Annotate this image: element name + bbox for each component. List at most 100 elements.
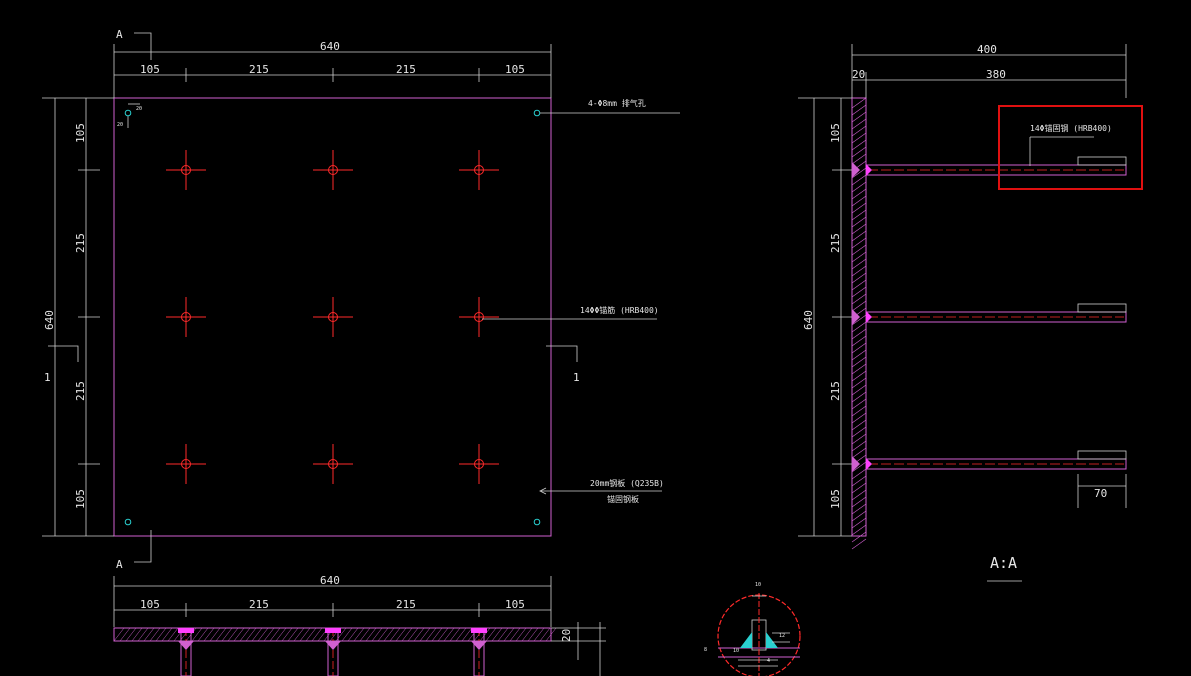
hatch-line	[299, 627, 311, 642]
hatch-line	[293, 627, 305, 642]
hatch-line	[455, 627, 467, 642]
hatch-line	[113, 627, 125, 642]
hatch-line	[167, 627, 179, 642]
note-steel-plate-sub: 锚固钢板	[607, 494, 639, 504]
corner-dim-20-b: 20	[117, 122, 123, 128]
hatch-line	[389, 627, 401, 642]
section-marks: A A 1 1	[44, 28, 580, 571]
hatch-line	[377, 627, 389, 642]
section-dim-20: 20	[852, 68, 865, 81]
weld-mark	[178, 641, 194, 650]
plan-left-total: 640	[43, 310, 56, 330]
hatch-line	[137, 627, 149, 642]
hatch-line	[347, 627, 359, 642]
section-bar	[852, 156, 1127, 178]
hatch-line	[269, 627, 281, 642]
hatch-line	[503, 627, 515, 642]
anchor-bar-cross	[166, 150, 206, 190]
hatch-line	[407, 627, 419, 642]
corner-small-dims: 20 20	[117, 103, 142, 128]
hatch-line	[365, 627, 377, 642]
highlight-box	[998, 105, 1143, 190]
hatch-line	[371, 627, 383, 642]
bar-outline	[865, 458, 1127, 470]
hatch-line	[461, 627, 473, 642]
hatch-line	[491, 627, 503, 642]
bar-tail-box	[1077, 450, 1127, 460]
hatch-line	[431, 627, 443, 642]
weld-mark	[852, 162, 860, 178]
hatch-line	[539, 627, 551, 642]
note-vent-holes: 4-Φ8mm 排气孔	[588, 98, 646, 108]
anchor-bar-cross	[459, 150, 499, 190]
detail-label-5: 4	[767, 658, 770, 664]
weld-mark	[852, 309, 860, 325]
hatch-line	[143, 627, 155, 642]
section-dim-70: 70	[1094, 487, 1107, 500]
detail-label-4: 8	[704, 647, 707, 653]
anchor-bar-cross	[313, 297, 353, 337]
section-top-dimensions: 400 20 380	[851, 43, 1127, 98]
plan-left-seg-2: 215	[74, 233, 87, 253]
section-dim-total: 400	[977, 43, 997, 56]
cad-drawing-canvas: 640 105 215 215 105 640 105 215 215 105 …	[42, 28, 1143, 676]
vent-hole-icon	[124, 518, 132, 526]
weld-mark	[866, 458, 872, 470]
hatch-line	[215, 627, 227, 642]
plan-top-dimensions: 640 105 215 215 105	[113, 40, 552, 98]
hatch-line	[425, 627, 437, 642]
note-steel-plate: 20mm钢板 (Q235B)	[590, 478, 664, 488]
weld-mark	[852, 456, 860, 472]
plan-view: 640 105 215 215 105 640 105 215 215 105 …	[42, 28, 680, 571]
hatch-line	[197, 627, 209, 642]
hatch-line	[257, 627, 269, 642]
hatch-line	[497, 627, 509, 642]
plan-left-seg-1: 105	[74, 123, 87, 143]
section-title: A:A	[990, 554, 1017, 572]
hatch-line	[401, 627, 413, 642]
bottom-dim-seg-1: 105	[140, 598, 160, 611]
hatch-line	[443, 627, 455, 642]
hatch-line	[521, 627, 533, 642]
plan-dim-seg-2: 215	[249, 63, 269, 76]
corner-dim-20-a: 20	[136, 106, 142, 112]
hatch-line	[383, 627, 395, 642]
anchor-bar-cross	[313, 444, 353, 484]
hatch-line	[221, 627, 233, 642]
section-left-seg-4: 105	[829, 489, 842, 509]
section-anchor-bars	[852, 156, 1127, 472]
weld-mark	[178, 628, 194, 633]
anchor-bar-cross	[166, 444, 206, 484]
section-a-view: 400 20 380 640 105 215 215 105 14Φ锚固钢 (H…	[798, 43, 1143, 582]
weld-fillet-right	[766, 632, 778, 648]
hatch-line	[281, 627, 293, 642]
weld-fillet-left	[740, 632, 752, 648]
hatch-line	[485, 627, 497, 642]
section-left-total: 640	[802, 310, 815, 330]
plan-left-seg-3: 215	[74, 381, 87, 401]
hatch-line	[449, 627, 461, 642]
section-bar-note: 14Φ锚固钢 (HRB400)	[1030, 123, 1112, 133]
anchor-bar-cross	[459, 444, 499, 484]
hatch-line	[413, 627, 425, 642]
hatch-line	[419, 627, 431, 642]
hatch-line	[437, 627, 449, 642]
detail-label-3: 10	[733, 648, 739, 654]
anchor-bar-cross	[459, 297, 499, 337]
bottom-dim-seg-3: 215	[396, 598, 416, 611]
hatch-line	[245, 627, 257, 642]
weld-mark	[325, 628, 341, 633]
vent-hole-icon	[124, 109, 132, 117]
weld-detail: 10 12 10 8 4	[704, 582, 801, 676]
detail-label-2: 12	[779, 633, 785, 639]
vent-hole-icon	[533, 109, 541, 117]
bottom-dim-seg-4: 105	[505, 598, 525, 611]
hatch-line	[287, 627, 299, 642]
bottom-dim-seg-2: 215	[249, 598, 269, 611]
hatch-line	[119, 627, 131, 642]
anchor-bar-cross	[166, 297, 206, 337]
plan-dim-seg-4: 105	[505, 63, 525, 76]
hatch-line	[239, 627, 251, 642]
section-bar	[852, 303, 1127, 325]
plan-dim-seg-3: 215	[396, 63, 416, 76]
